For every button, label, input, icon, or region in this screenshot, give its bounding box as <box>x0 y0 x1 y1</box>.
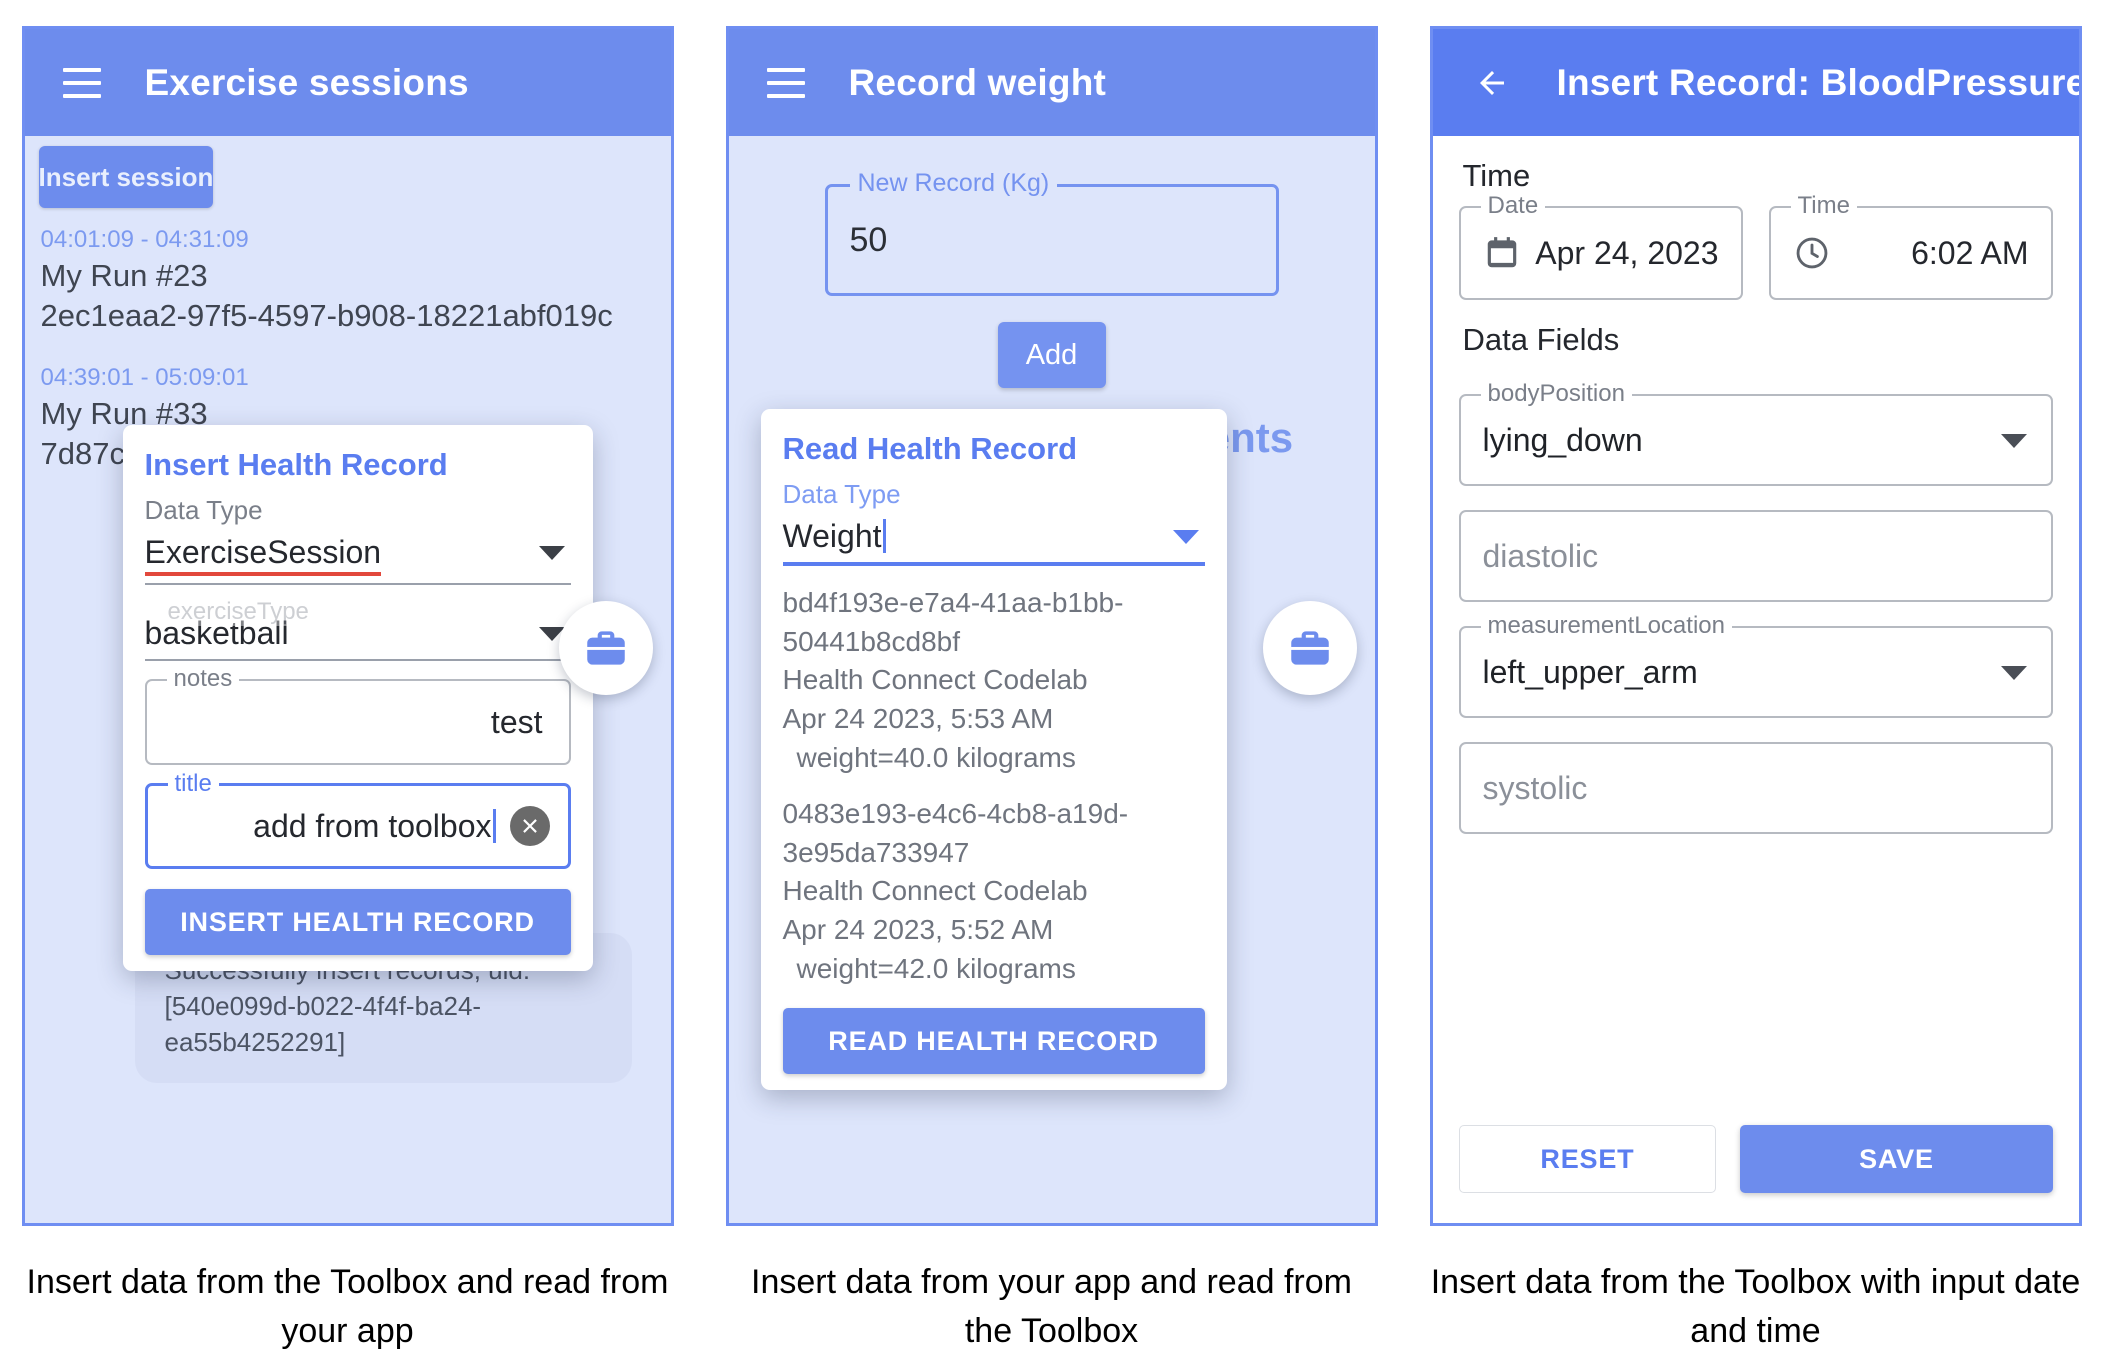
data-fields-label: Data Fields <box>1462 322 1620 357</box>
panel-caption: Insert data from the Toolbox with input … <box>1430 1263 2081 1351</box>
title-label: title <box>167 772 219 796</box>
phone-screen-2: Record weight New Record (Kg) 50 Add Pre… <box>725 26 1378 1226</box>
text-cursor <box>492 808 496 843</box>
appbar-record-weight: Record weight <box>728 29 1375 136</box>
reset-button[interactable]: RESET <box>1458 1125 1717 1193</box>
time-row: Date Apr 24, 2023 Time 6:02 AM <box>1458 194 2053 300</box>
toolbox-fab-button[interactable] <box>1262 601 1357 695</box>
date-picker-field[interactable]: Date Apr 24, 2023 <box>1458 194 1743 300</box>
time-section-label: Time <box>1462 158 1531 193</box>
body-position-label: bodyPosition <box>1480 382 1632 406</box>
session-time-range: 04:01:09 - 04:31:09 <box>40 226 249 253</box>
record-timestamp: Apr 24 2023, 5:53 AM <box>782 702 1054 734</box>
time-field-label: Time <box>1790 194 1857 218</box>
clear-circle-icon[interactable] <box>509 806 550 846</box>
screenshot-board: Exercise sessions Insert session 04:01:0… <box>0 0 2103 1372</box>
date-field-value: Apr 24, 2023 <box>1535 234 1719 271</box>
read-health-record-button[interactable]: READ HEALTH RECORD <box>782 1008 1205 1075</box>
list-item[interactable]: 04:01:09 - 04:31:09 My Run #23 2ec1eaa2-… <box>41 224 671 336</box>
dialog-title: Read Health Record <box>782 431 1078 466</box>
measurement-location-dropdown[interactable]: measurementLocation left_upper_arm <box>1458 614 2053 718</box>
session-uid: 2ec1eaa2-97f5-4597-b908-18221abf019c <box>40 298 613 334</box>
toolbox-fab-button[interactable] <box>558 601 653 695</box>
save-button[interactable]: SAVE <box>1740 1125 2053 1193</box>
panel-record-weight: Record weight New Record (Kg) 50 Add Pre… <box>725 26 1378 1372</box>
new-record-input[interactable]: New Record (Kg) 50 <box>824 171 1279 296</box>
record-uid: 0483e193-e4c6-4cb8-a19d-3e95da733947 <box>782 798 1129 868</box>
body-position-dropdown[interactable]: bodyPosition lying_down <box>1458 382 2053 486</box>
panel-exercise-sessions: Exercise sessions Insert session 04:01:0… <box>21 26 674 1372</box>
data-type-label: Data Type <box>144 495 263 525</box>
time-field-value: 6:02 AM <box>1911 234 2029 271</box>
diastolic-field[interactable]: diastolic <box>1458 510 2053 602</box>
record-uid: bd4f193e-e7a4-41aa-b1bb-50441b8cd8bf <box>782 587 1124 657</box>
data-type-value: ExerciseSession <box>144 534 382 576</box>
data-type-value: Weight <box>783 518 886 555</box>
page-title: Record weight <box>848 61 1107 103</box>
record-result-item: 0483e193-e4c6-4cb8-a19d-3e95da733947 Hea… <box>783 795 1205 988</box>
hamburger-menu-icon[interactable] <box>766 67 805 98</box>
date-field-label: Date <box>1480 194 1546 218</box>
body-position-value: lying_down <box>1482 421 1643 458</box>
chevron-down-icon <box>538 546 565 560</box>
data-type-label: Data Type <box>782 479 901 509</box>
hamburger-menu-icon[interactable] <box>62 67 101 98</box>
toolbox-icon <box>1289 631 1330 665</box>
new-record-label: New Record (Kg) <box>849 171 1058 196</box>
record-source: Health Connect Codelab <box>782 664 1088 696</box>
measurement-location-value: left_upper_arm <box>1482 653 1698 690</box>
notes-value: test <box>490 703 543 740</box>
exercise-type-dropdown[interactable]: exerciseType basketball <box>144 598 571 661</box>
insert-record-form: Time Date Apr 24, 2023 Time 6:02 AM Data… <box>1433 136 2079 1223</box>
appbar-insert-record: Insert Record: BloodPressure <box>1432 29 2082 136</box>
exercise-type-label: exerciseType <box>162 598 314 626</box>
notes-label: notes <box>166 667 240 691</box>
dialog-title: Insert Health Record <box>144 447 448 482</box>
measurement-location-label: measurementLocation <box>1480 614 1732 638</box>
diastolic-placeholder: diastolic <box>1482 537 1599 574</box>
record-value: weight=40.0 kilograms <box>796 741 1076 773</box>
insert-health-record-button[interactable]: INSERT HEALTH RECORD <box>144 889 571 955</box>
systolic-field[interactable]: systolic <box>1458 742 2053 834</box>
data-type-dropdown[interactable]: Weight <box>782 514 1205 566</box>
back-arrow-icon[interactable] <box>1471 65 1513 101</box>
add-button[interactable]: Add <box>997 322 1106 388</box>
insert-health-record-dialog: Insert Health Record Data Type ExerciseS… <box>122 425 593 971</box>
chevron-down-icon <box>1172 530 1199 544</box>
title-field[interactable]: title add from toolbox <box>144 772 571 869</box>
form-actions: RESET SAVE <box>1458 1125 2053 1223</box>
session-title: My Run #23 <box>40 258 208 294</box>
appbar-exercise-sessions: Exercise sessions <box>24 29 671 136</box>
insert-session-button[interactable]: Insert session <box>38 146 214 208</box>
time-picker-field[interactable]: Time 6:02 AM <box>1768 194 2053 300</box>
record-timestamp: Apr 24 2023, 5:52 AM <box>782 914 1054 945</box>
systolic-placeholder: systolic <box>1482 769 1588 806</box>
text-cursor <box>882 519 886 553</box>
data-type-dropdown[interactable]: ExerciseSession <box>144 530 571 585</box>
chevron-down-icon <box>2000 666 2027 680</box>
read-health-record-dialog: Read Health Record Data Type Weight bd4f… <box>760 409 1227 1091</box>
toolbox-icon <box>585 631 626 665</box>
record-source: Health Connect Codelab <box>782 875 1088 907</box>
page-title: Insert Record: BloodPressure <box>1556 61 2082 103</box>
panel-caption: Insert data from your app and read from … <box>751 1263 1352 1351</box>
clock-icon <box>1796 237 1827 269</box>
page-title: Exercise sessions <box>144 61 469 103</box>
session-time-range: 04:39:01 - 05:09:01 <box>40 363 249 391</box>
notes-field[interactable]: notes test <box>144 667 571 765</box>
phone-screen-1: Exercise sessions Insert session 04:01:0… <box>21 26 674 1226</box>
title-value: add from toolbox <box>166 808 496 845</box>
new-record-value: 50 <box>849 220 888 259</box>
record-result-item: bd4f193e-e7a4-41aa-b1bb-50441b8cd8bf Hea… <box>783 584 1205 777</box>
phone-screen-3: Insert Record: BloodPressure Time Date A… <box>1429 26 2082 1226</box>
chevron-down-icon <box>2000 434 2027 448</box>
record-value: weight=42.0 kilograms <box>796 952 1076 984</box>
panel-insert-bloodpressure: Insert Record: BloodPressure Time Date A… <box>1429 26 2082 1372</box>
calendar-icon <box>1487 237 1516 268</box>
panel-caption: Insert data from the Toolbox and read fr… <box>26 1263 669 1351</box>
